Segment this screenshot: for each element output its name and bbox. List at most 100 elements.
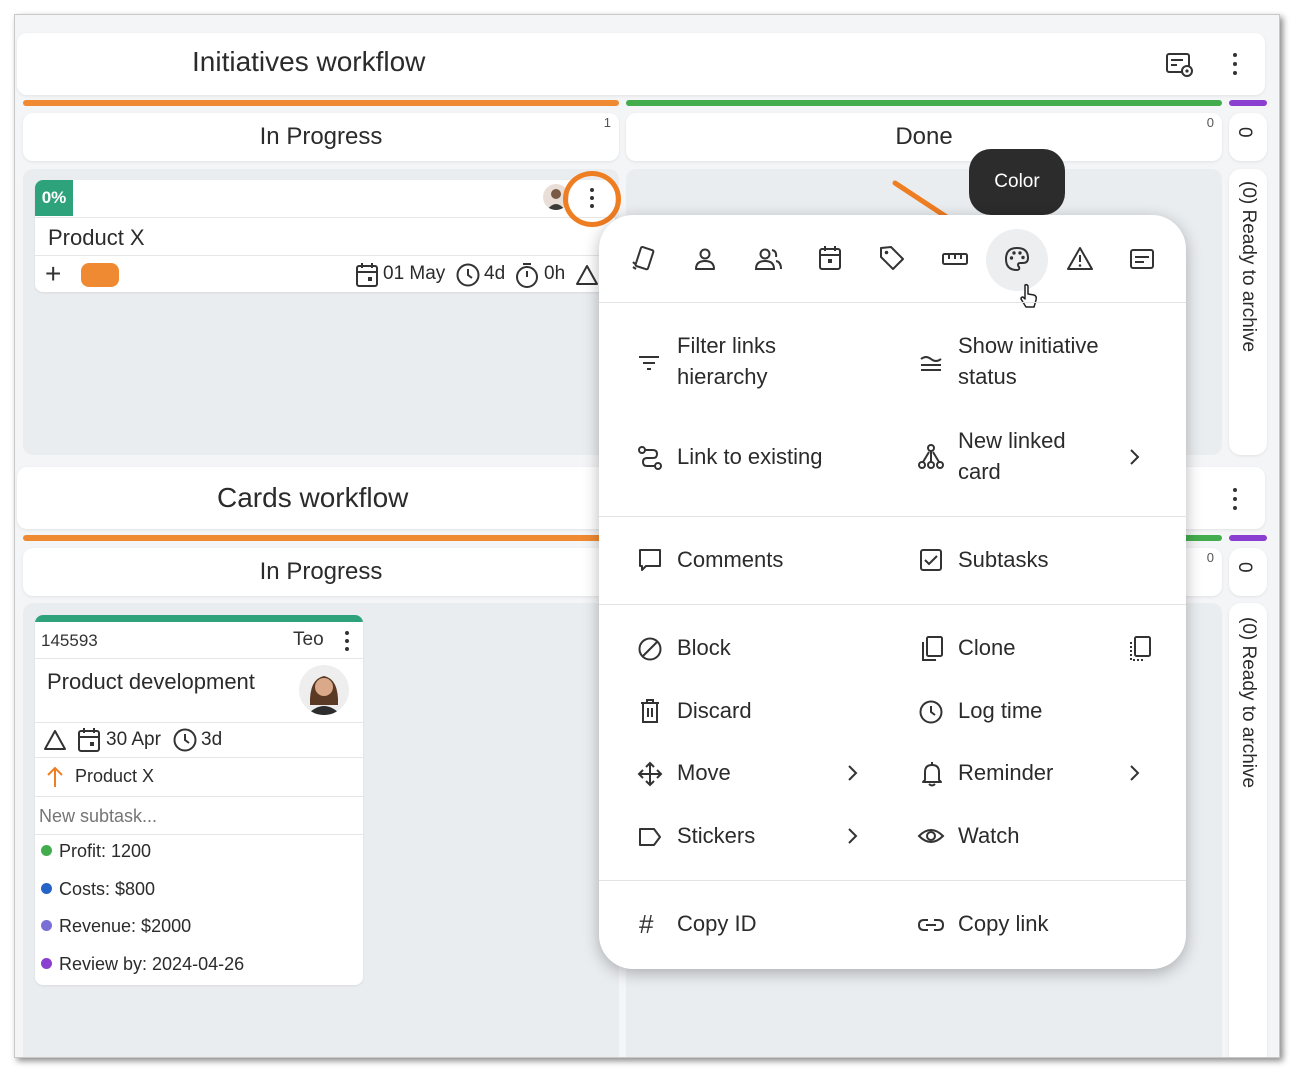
column-title: Done — [895, 123, 953, 150]
workflow-settings-icon[interactable] — [1165, 51, 1195, 79]
divider — [35, 255, 615, 256]
warning-icon — [43, 729, 67, 751]
custom-field-row: Profit: 1200 — [41, 841, 151, 862]
stickers-item[interactable]: Stickers — [629, 820, 879, 854]
reminder-item[interactable]: Reminder — [915, 757, 1165, 791]
card-context-menu: Filter links hierarchy Show initiative s… — [599, 215, 1186, 969]
initiative-card[interactable]: 0% Product X + 01 May 4d 0h — [35, 180, 615, 292]
workflow-more-icon[interactable] — [1229, 51, 1241, 77]
link-to-existing-item[interactable]: Link to existing — [629, 441, 879, 475]
card-owner: Teo — [293, 629, 324, 650]
filter-icon — [637, 353, 661, 373]
watch-label: Watch — [958, 823, 1020, 848]
new-linked-card-item[interactable]: New linked card — [915, 425, 1165, 491]
column-header-done[interactable]: Done 0 — [626, 113, 1222, 161]
status-icon — [919, 352, 943, 374]
show-initiative-status-item[interactable]: Show initiative status — [915, 330, 1165, 396]
description-icon[interactable] — [1128, 246, 1156, 272]
clone-options-icon[interactable] — [1127, 635, 1153, 663]
card-type-icon[interactable] — [629, 245, 657, 273]
card-title[interactable]: Product development — [47, 669, 255, 695]
initiatives-workflow-header: Initiatives workflow — [17, 33, 1265, 95]
parent-arrow-icon — [45, 765, 65, 789]
new-subtask-input[interactable] — [39, 801, 357, 831]
block-item[interactable]: Block — [629, 632, 879, 666]
divider — [599, 880, 1186, 881]
field-label: Revenue: $2000 — [59, 916, 192, 936]
done-color-bar — [626, 100, 1222, 106]
due-date: 01 May — [383, 263, 446, 284]
custom-field-row: Revenue: $2000 — [41, 916, 191, 937]
workflow-more-icon[interactable] — [1229, 486, 1241, 512]
chevron-right-icon — [845, 826, 859, 846]
card-more-icon[interactable] — [341, 629, 353, 653]
ready-to-archive-column[interactable]: (0) Ready to archive — [1229, 603, 1267, 1057]
filter-links-item[interactable]: Filter links hierarchy — [629, 330, 879, 396]
column-title: In Progress — [259, 123, 383, 150]
field-color-dot — [41, 882, 52, 894]
field-label: Review by: 2024-04-26 — [59, 953, 245, 974]
warning-icon[interactable] — [1066, 246, 1094, 272]
filter-links-label-line-1: Filter links — [677, 333, 777, 358]
clone-item[interactable]: Clone — [915, 632, 1165, 666]
custom-field-row: Review by: 2024-04-26 — [41, 954, 244, 975]
size-icon[interactable] — [941, 245, 969, 273]
parent-link[interactable]: Product X — [75, 766, 154, 787]
field-color-dot — [41, 957, 52, 969]
subtasks-item[interactable]: Subtasks — [915, 544, 1165, 578]
color-sticker[interactable] — [81, 263, 119, 287]
divider — [599, 516, 1186, 517]
reminder-label: Reminder — [958, 760, 1054, 785]
divider — [35, 722, 363, 723]
copy-link-item[interactable]: Copy link — [915, 908, 1165, 942]
palette-icon[interactable] — [1003, 245, 1031, 273]
ready-to-archive-column[interactable]: (0) Ready to archive — [1229, 169, 1267, 455]
column-header-in-progress[interactable]: In Progress 1 — [23, 113, 619, 161]
column-count: 0 — [1234, 562, 1255, 573]
eye-icon — [917, 825, 945, 847]
divider — [35, 658, 363, 659]
owner-icon[interactable] — [691, 245, 719, 273]
move-label: Move — [677, 760, 731, 785]
column-header-in-progress[interactable]: In Progress — [23, 548, 619, 596]
due-date: 30 Apr — [106, 729, 161, 750]
move-icon — [636, 760, 664, 788]
ready-column-count-pill[interactable]: 0 — [1229, 113, 1267, 161]
subtasks-label: Subtasks — [958, 547, 1049, 572]
field-label: Profit: 1200 — [59, 841, 152, 861]
show-status-label-line-2: status — [958, 364, 1017, 389]
discard-item[interactable]: Discard — [629, 695, 879, 729]
hierarchy-icon — [917, 443, 945, 471]
date-icon[interactable] — [817, 244, 843, 272]
copy-id-label: Copy ID — [677, 911, 757, 936]
tag-icon[interactable] — [878, 244, 906, 272]
field-color-dot — [41, 845, 52, 856]
ready-column-count-pill[interactable]: 0 — [1229, 548, 1267, 596]
in-progress-color-bar — [23, 535, 619, 541]
ready-color-bar — [1229, 100, 1267, 106]
comment-icon — [637, 547, 663, 573]
link-existing-icon — [637, 445, 663, 471]
logged-time: 0h — [544, 263, 566, 284]
comments-item[interactable]: Comments — [629, 544, 879, 578]
members-icon[interactable] — [753, 245, 783, 273]
copy-id-item[interactable]: # Copy ID — [629, 908, 879, 942]
pointer-cursor-icon — [1019, 283, 1039, 309]
chevron-right-icon — [1127, 447, 1141, 467]
new-linked-label-line-1: New linked — [958, 428, 1066, 453]
clock-icon — [455, 262, 481, 288]
add-subitem-button[interactable]: + — [45, 259, 61, 289]
avatar[interactable] — [299, 665, 349, 715]
watch-item[interactable]: Watch — [915, 820, 1165, 854]
log-time-item[interactable]: Log time — [915, 695, 1165, 729]
card-title[interactable]: Product X — [48, 225, 145, 251]
warning-icon — [575, 264, 599, 286]
column-title: In Progress — [259, 558, 383, 585]
clock-icon — [172, 727, 198, 753]
move-item[interactable]: Move — [629, 757, 879, 791]
field-label: Costs: $800 — [59, 878, 156, 899]
calendar-icon — [77, 727, 101, 753]
sticker-icon — [637, 825, 663, 849]
column-count: 1 — [603, 115, 611, 130]
task-card[interactable]: 145593 Teo Product development 30 Apr 3d… — [35, 615, 363, 985]
